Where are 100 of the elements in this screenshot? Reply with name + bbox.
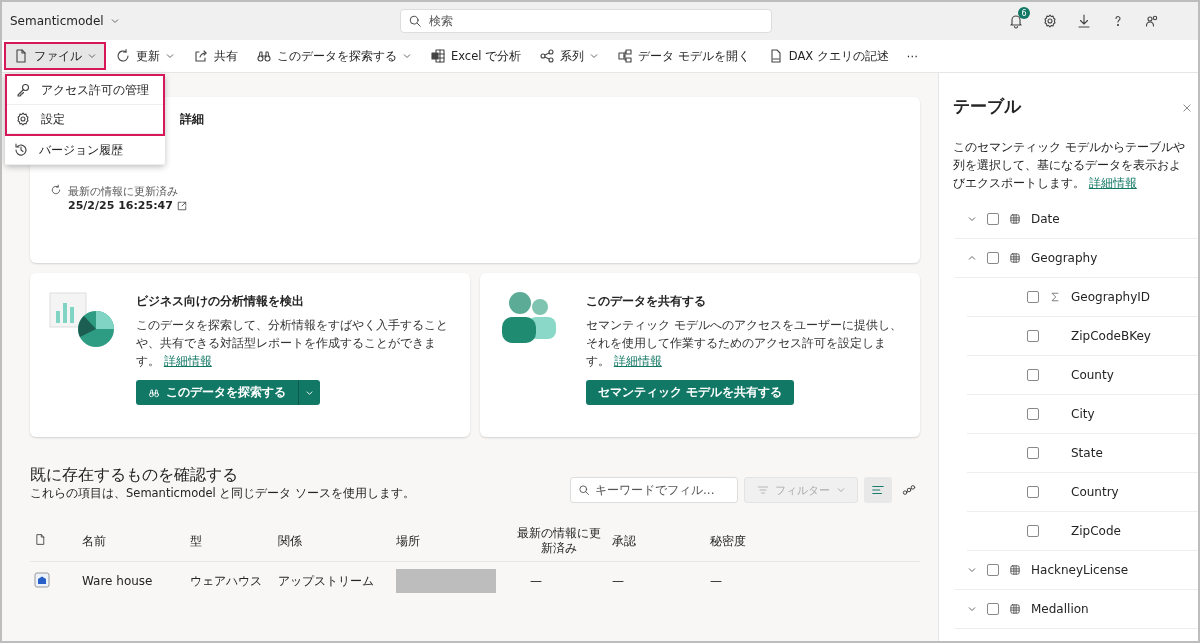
- toolbar-button[interactable]: 更新: [106, 42, 184, 70]
- tree-item[interactable]: ZipCodeBKey: [1071, 329, 1151, 343]
- table-cell: —: [710, 574, 722, 588]
- settings-icon: [1042, 13, 1058, 29]
- checkbox[interactable]: [987, 564, 999, 576]
- checkbox[interactable]: [1027, 330, 1039, 342]
- menu-item[interactable]: アクセス許可の管理: [7, 76, 163, 105]
- filter-icon: [756, 484, 769, 496]
- table-icon: [1009, 603, 1021, 615]
- tree-item[interactable]: Country: [1071, 485, 1119, 499]
- close-button[interactable]: [1180, 101, 1194, 115]
- binoculars-icon: [148, 386, 160, 399]
- document-icon: [13, 48, 29, 64]
- notification-badge: 6: [1018, 7, 1030, 19]
- search-field[interactable]: 検索: [399, 9, 772, 33]
- expand-toggle[interactable]: [967, 253, 977, 263]
- tree-item[interactable]: Date: [1031, 212, 1060, 226]
- table-cell: Ware house: [82, 574, 153, 588]
- checkbox[interactable]: [1027, 486, 1039, 498]
- table-icon: [1009, 564, 1021, 576]
- toolbar-button[interactable]: DAX クエリの記述: [758, 42, 898, 70]
- settings-icon: [15, 111, 31, 127]
- checkbox[interactable]: [987, 213, 999, 225]
- key-icon: [15, 82, 31, 98]
- section-title: 既に存在するものを確認する: [30, 465, 238, 486]
- toolbar-button[interactable]: ファイル: [4, 42, 106, 70]
- refresh-icon: [50, 184, 62, 196]
- panel-description: このセマンティック モデルからテーブルや列を選択して、基になるデータを表示およびエクスポートします。 詳細情報: [953, 139, 1186, 192]
- table-cell: アップストリーム: [278, 573, 374, 588]
- card-description: セマンティック モデルへのアクセスをユーザーに提供し、それを使用して作業するためのアクセス許可を設定します。 詳細情報: [586, 317, 903, 370]
- checkbox[interactable]: [1027, 525, 1039, 537]
- column-header: 名前: [82, 533, 106, 548]
- tree-item[interactable]: GeographyID: [1071, 290, 1151, 304]
- learn-more-link[interactable]: 詳細情報: [1088, 176, 1137, 190]
- column-header: 型: [190, 533, 202, 548]
- filter-field[interactable]: キーワードでフィル...: [570, 477, 738, 503]
- card-title: このデータを共有する: [586, 293, 707, 310]
- workspace-selector[interactable]: Semanticmodel: [10, 14, 120, 28]
- toolbar-button[interactable]: Excel で分析: [421, 42, 531, 70]
- tree-item[interactable]: ZipCode: [1071, 524, 1121, 538]
- learn-more-link[interactable]: 詳細情報: [163, 354, 212, 368]
- dropdown-button[interactable]: [298, 380, 320, 405]
- column-header: 秘密度: [710, 533, 746, 548]
- checkbox[interactable]: [1027, 291, 1039, 303]
- table-cell: —: [612, 574, 624, 588]
- card-description: このデータを探索して、分析情報をすばやく入手することや、共有できる対話型レポートを作成することができます。 詳細情報: [136, 317, 449, 370]
- checkbox[interactable]: [1027, 369, 1039, 381]
- open-external-icon: [175, 199, 188, 212]
- column-header: 承認: [612, 533, 636, 548]
- expand-toggle[interactable]: [967, 604, 977, 614]
- expand-toggle[interactable]: [967, 565, 977, 575]
- section-subtitle: これらの項目は、Semanticmodel と同じデータ ソースを使用します。: [30, 486, 416, 501]
- toolbar-button[interactable]: 系列: [530, 42, 609, 70]
- panel-title: テーブル: [953, 95, 1021, 118]
- chevron-icon: [967, 604, 977, 614]
- checkbox[interactable]: [987, 603, 999, 615]
- learn-more-link[interactable]: 詳細情報: [613, 354, 662, 368]
- tree-item[interactable]: Geography: [1031, 251, 1098, 265]
- primary-button[interactable]: セマンティック モデルを共有する: [586, 380, 795, 405]
- tree-item[interactable]: County: [1071, 368, 1114, 382]
- toolbar-button[interactable]: 共有: [184, 42, 247, 70]
- table-icon: [1009, 252, 1021, 264]
- toolbar-button[interactable]: ⋯: [897, 42, 928, 70]
- download-icon: [1076, 13, 1092, 29]
- tree-item[interactable]: City: [1071, 407, 1095, 421]
- checkbox[interactable]: [987, 252, 999, 264]
- chevron-icon: [109, 16, 120, 26]
- card-title: ビジネス向けの分析情報を検出: [136, 293, 305, 310]
- list-icon: [871, 483, 885, 497]
- table-cell: ウェアハウス: [190, 573, 262, 588]
- checkbox[interactable]: [1027, 447, 1039, 459]
- column-header: 関係: [278, 533, 302, 548]
- tree-item[interactable]: HackneyLicense: [1031, 563, 1129, 577]
- list-view-button[interactable]: [864, 477, 892, 503]
- tree-item[interactable]: State: [1071, 446, 1103, 460]
- nodes-icon: [539, 48, 556, 64]
- checkbox[interactable]: [1027, 408, 1039, 420]
- warehouse-icon: [34, 571, 50, 588]
- column-header: 最新の情報に更新済み: [517, 526, 601, 555]
- diagram-icon: [617, 48, 634, 64]
- chevron-icon: [967, 565, 977, 575]
- document-icon: [34, 533, 47, 546]
- binoculars-icon: [256, 48, 272, 64]
- close-icon: [1182, 103, 1192, 113]
- refresh-icon: [115, 48, 131, 64]
- tree-item[interactable]: Medallion: [1031, 602, 1089, 616]
- nodes-icon: [902, 483, 916, 497]
- table-cell: —: [530, 574, 542, 588]
- refresh-status: 最新の情報に更新済み: [68, 184, 179, 199]
- refresh-time: 25/2/25 16:25:47: [68, 199, 173, 212]
- column-header: 場所: [396, 533, 420, 548]
- menu-item[interactable]: バージョン履歴: [5, 136, 165, 165]
- chevron-icon: [967, 214, 977, 224]
- expand-toggle[interactable]: [967, 214, 977, 224]
- toolbar-button[interactable]: データ モデルを開く: [608, 42, 759, 70]
- chevron-icon: [835, 485, 846, 495]
- people-icon: [1144, 13, 1160, 29]
- primary-button[interactable]: このデータを探索する: [136, 380, 298, 405]
- menu-item[interactable]: 設定: [7, 105, 163, 134]
- toolbar-button[interactable]: このデータを探索する: [247, 42, 421, 70]
